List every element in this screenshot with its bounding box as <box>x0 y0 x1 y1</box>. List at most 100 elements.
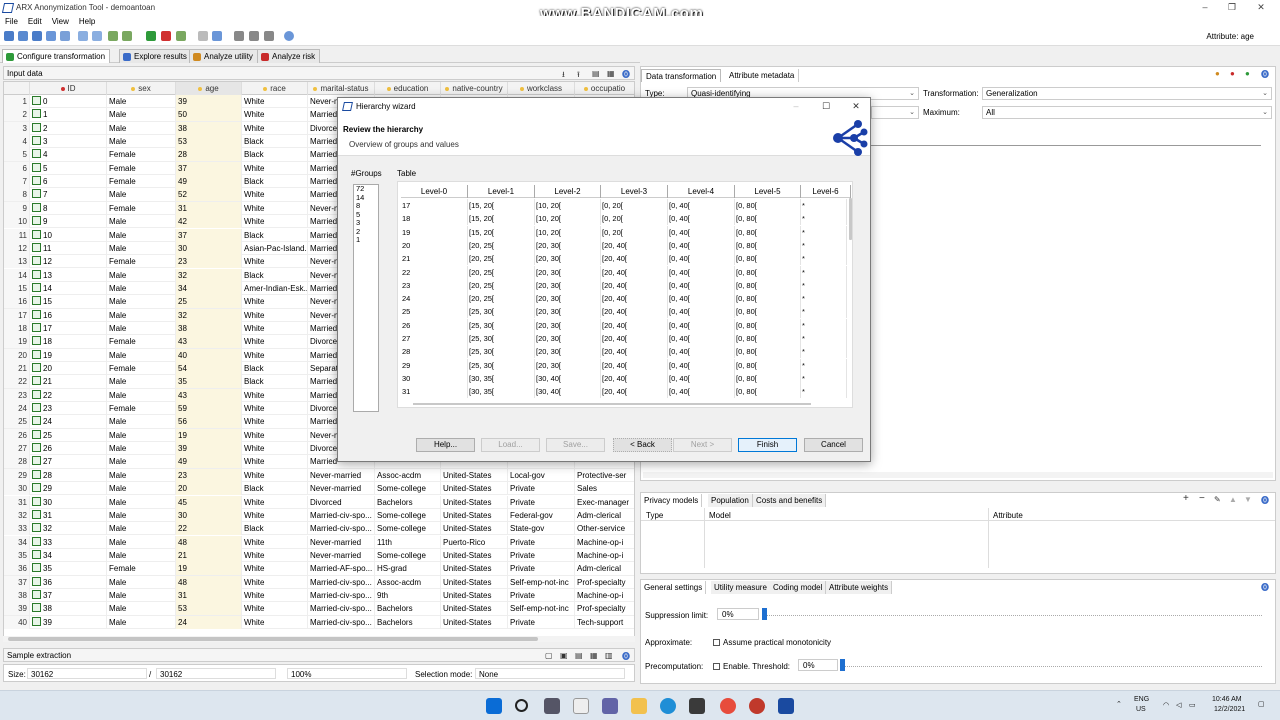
table-row[interactable]: 30 29 Male 20 Black Never-married Some-college… <box>4 482 634 496</box>
next-button[interactable]: Next > <box>673 438 732 452</box>
tab-population[interactable]: Population <box>708 494 753 507</box>
help-icon[interactable]: ⓿ <box>622 651 630 662</box>
tab-data-transformation[interactable]: Data transformation <box>641 69 722 82</box>
sample-random-icon[interactable]: ▥ <box>605 651 613 660</box>
table-row[interactable]: 37 36 Male 48 White Married-civ-spo... Assoc-a… <box>4 575 634 589</box>
cancel-button[interactable]: Cancel <box>804 438 863 452</box>
insensitive-icon[interactable]: ● <box>1245 69 1250 78</box>
new-project-icon[interactable] <box>4 31 14 41</box>
tab-explore-results[interactable]: Explore results <box>119 49 192 63</box>
help-icon[interactable]: ⓿ <box>622 69 630 80</box>
dialog-minimize-button[interactable]: – <box>789 101 803 111</box>
move-up-icon[interactable]: ▲ <box>1229 495 1237 504</box>
column-header[interactable]: ID <box>30 82 107 95</box>
tab-general-settings[interactable]: General settings <box>641 581 707 594</box>
help-icon[interactable]: ⓿ <box>1261 582 1269 593</box>
suppression-slider-track[interactable] <box>762 615 1262 619</box>
column-header[interactable]: native-country <box>441 82 508 95</box>
close-project-icon[interactable] <box>60 31 70 41</box>
layout-icon[interactable]: ▦ <box>607 69 615 78</box>
column-header[interactable]: age <box>176 82 242 95</box>
menu-edit[interactable]: Edit <box>23 16 47 27</box>
clear-icon[interactable] <box>161 31 171 41</box>
edge-icon[interactable] <box>660 698 676 714</box>
column-header[interactable]: education <box>375 82 441 95</box>
table-row[interactable]: 39 38 Male 53 White Married-civ-spo... Bachelo… <box>4 602 634 616</box>
tab-coding-model[interactable]: Coding model <box>770 581 827 594</box>
edit-icon[interactable]: ✎ <box>1214 495 1221 504</box>
tab-analyze-risk[interactable]: Analyze risk <box>257 49 321 63</box>
group-count-item[interactable]: 1 <box>354 235 378 245</box>
import-data-icon[interactable] <box>78 31 88 41</box>
help-button[interactable]: Help... <box>416 438 475 452</box>
table-row[interactable]: 35 34 Male 21 White Never-married Some-college… <box>4 548 634 563</box>
load-button[interactable]: Load... <box>481 438 540 452</box>
move-icon[interactable] <box>234 31 244 41</box>
start-icon[interactable] <box>486 698 502 714</box>
table-row[interactable]: 29 28 Male 23 White Never-married Assoc-acdm Un… <box>4 468 634 483</box>
tab-configure-transformation[interactable]: Configure transformation <box>2 49 111 63</box>
minimize-button[interactable]: – <box>1198 2 1212 12</box>
table-row[interactable]: 36 35 Female 19 White Married-AF-spo... HS-gra… <box>4 562 634 576</box>
tab-attribute-weights[interactable]: Attribute weights <box>826 581 893 594</box>
close-button[interactable]: ✕ <box>1254 2 1268 13</box>
column-header[interactable]: workclass <box>508 82 575 95</box>
language-label[interactable]: ENG <box>1134 696 1149 703</box>
qi-icon[interactable]: ● <box>1215 69 1220 78</box>
hierarchy-table[interactable]: Level-0 Level-1 Level-2 Level-3 Level-4 Level… <box>397 181 853 408</box>
sample-all-icon[interactable]: ▣ <box>560 651 568 660</box>
save-as-icon[interactable] <box>46 31 56 41</box>
menu-file[interactable]: File <box>0 16 23 27</box>
anonymize-check-icon[interactable] <box>146 31 156 41</box>
search-icon[interactable] <box>515 699 528 712</box>
threshold-slider-track[interactable] <box>840 666 1262 670</box>
sample-file-icon[interactable]: ▤ <box>575 651 583 660</box>
maximum-select[interactable]: All ⌄ <box>982 106 1272 119</box>
volume-icon[interactable]: ◁ <box>1176 701 1181 709</box>
maximize-button[interactable]: ❐ <box>1225 2 1239 13</box>
right-horizontal-scrollbar[interactable] <box>643 472 1273 478</box>
import-hierarchy-icon[interactable] <box>108 31 118 41</box>
recorder-icon[interactable] <box>749 698 765 714</box>
monotonicity-checkbox[interactable]: Assume practical monotonicity <box>713 638 831 647</box>
save-project-icon[interactable] <box>32 31 42 41</box>
remove-icon[interactable]: − <box>1199 493 1205 504</box>
file-explorer-icon[interactable] <box>631 698 647 714</box>
move-down-icon[interactable]: ▼ <box>1244 495 1252 504</box>
table-row[interactable]: 33 32 Male 22 Black Married-civ-spo... Some-co… <box>4 522 634 536</box>
input-horizontal-scrollbar[interactable] <box>3 636 635 642</box>
back-button[interactable]: < Back <box>613 438 672 452</box>
tab-costs-benefits[interactable]: Costs and benefits <box>753 494 827 507</box>
battery-icon[interactable]: ▭ <box>1189 701 1196 709</box>
layout-icon[interactable] <box>212 31 222 41</box>
open-project-icon[interactable] <box>18 31 28 41</box>
transformation-select[interactable]: Generalization ⌄ <box>982 87 1272 100</box>
help-icon[interactable]: ⓿ <box>1261 495 1269 506</box>
table-icon[interactable] <box>264 31 274 41</box>
tab-attribute-metadata[interactable]: Attribute metadata <box>725 69 800 82</box>
menu-view[interactable]: View <box>47 16 74 27</box>
add-icon[interactable]: + <box>1183 493 1189 504</box>
local-recode-icon[interactable] <box>176 31 186 41</box>
table-row[interactable]: 32 31 Male 30 White Married-civ-spo... Some-co… <box>4 508 634 523</box>
tab-analyze-utility[interactable]: Analyze utility <box>189 49 258 63</box>
settings-icon[interactable] <box>198 31 208 41</box>
sample-none-icon[interactable]: ▢ <box>545 651 553 660</box>
column-header[interactable]: occupatio <box>575 82 634 95</box>
export-data-icon[interactable] <box>92 31 102 41</box>
table-row[interactable]: 40 39 Male 24 White Married-civ-spo... Bachelo… <box>4 615 634 629</box>
menu-help[interactable]: Help <box>74 16 100 27</box>
checkbox-icon[interactable] <box>713 663 720 670</box>
wifi-icon[interactable]: ◠ <box>1163 701 1169 709</box>
checkbox-icon[interactable] <box>713 639 720 646</box>
tray-chevron-icon[interactable]: ⌃ <box>1116 700 1122 708</box>
table-row[interactable]: 34 33 Male 48 White Never-married 11th Puerto-R… <box>4 535 634 549</box>
groups-list[interactable]: 72 14 8 5 3 2 1 <box>353 184 379 412</box>
hierarchy-horizontal-scroll-thumb[interactable] <box>413 403 811 405</box>
suppression-slider-thumb[interactable] <box>762 608 767 620</box>
clock-time[interactable]: 10:46 AM <box>1212 696 1242 703</box>
sensitive-icon[interactable]: ● <box>1230 69 1235 78</box>
column-header[interactable]: sex <box>107 82 176 95</box>
table-row[interactable]: 38 37 Male 31 White Married-civ-spo... 9th Unit… <box>4 588 634 603</box>
task-view-icon[interactable] <box>544 698 560 714</box>
